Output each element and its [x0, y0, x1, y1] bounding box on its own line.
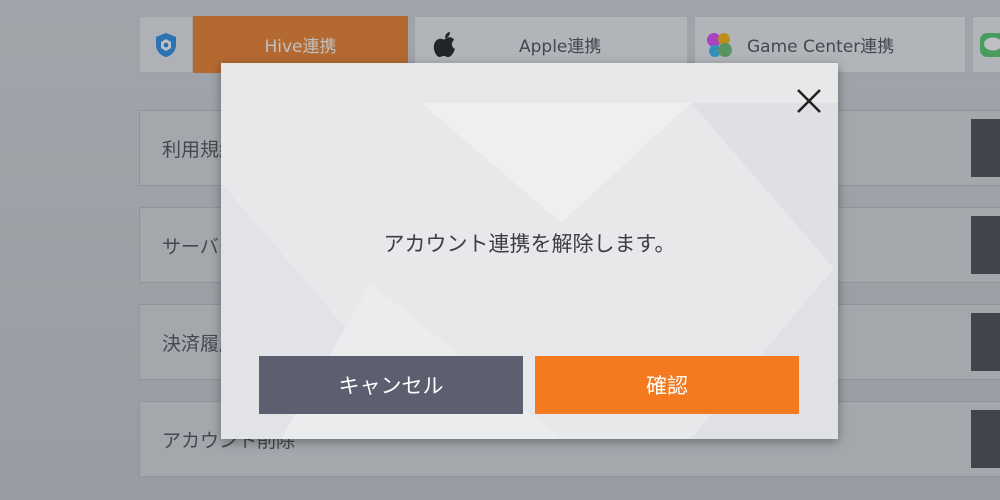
cancel-label: キャンセル	[338, 374, 444, 398]
cancel-button[interactable]: キャンセル	[259, 356, 523, 414]
close-icon	[797, 89, 821, 113]
unlink-confirm-dialog: アカウント連携を解除します。 キャンセル 確認	[221, 63, 838, 439]
confirm-label: 確認	[646, 374, 688, 398]
close-button[interactable]	[791, 83, 827, 119]
dialog-message: アカウント連携を解除します。	[383, 232, 676, 256]
confirm-button[interactable]: 確認	[535, 356, 799, 414]
